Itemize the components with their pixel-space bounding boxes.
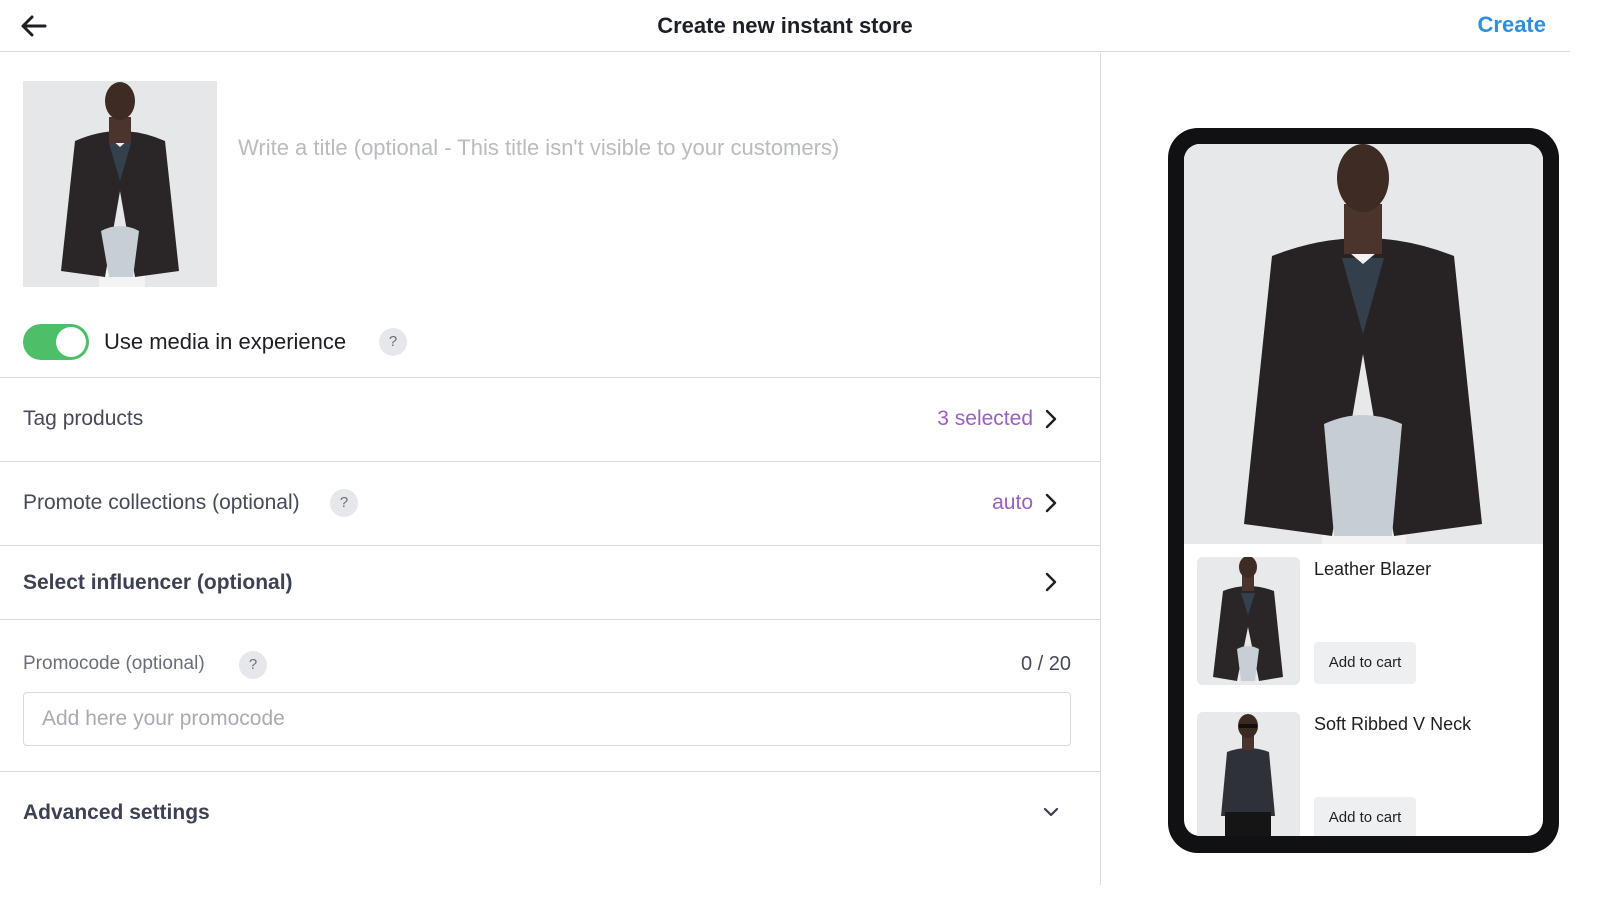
media-thumbnail[interactable] [23, 81, 217, 287]
use-media-row: Use media in experience ? [23, 321, 723, 361]
help-icon[interactable]: ? [239, 651, 267, 679]
help-icon[interactable]: ? [379, 328, 407, 356]
use-media-toggle[interactable] [23, 324, 89, 360]
top-bar: Create new instant store Create [0, 0, 1570, 52]
phone-screen: Leather Blazer Add to cart Soft Ribbed V… [1184, 144, 1543, 836]
model-photo [1184, 144, 1543, 544]
promocode-char-counter: 0 / 20 [1020, 653, 1071, 675]
tag-products-row[interactable]: Tag products 3 selected [0, 377, 1101, 461]
advanced-settings-row[interactable]: Advanced settings [0, 771, 1101, 851]
product-name: Leather Blazer [1314, 559, 1432, 579]
tag-products-value: 3 selected [937, 407, 1033, 430]
help-icon[interactable]: ? [330, 489, 358, 517]
chevron-right-icon [1045, 493, 1057, 513]
title-input[interactable] [238, 131, 1078, 165]
product-photo [1197, 557, 1300, 685]
product-name: Soft Ribbed V Neck [1314, 714, 1472, 734]
page-title: Create new instant store [657, 13, 913, 38]
hero-image [1184, 144, 1543, 544]
promote-collections-value: auto [992, 491, 1033, 514]
editor-panel: Use media in experience ? Tag products 3… [0, 53, 1101, 885]
preview-product-card: Leather Blazer Add to cart [1197, 557, 1537, 687]
add-to-cart-button[interactable]: Add to cart [1314, 642, 1416, 684]
preview-product-card: Soft Ribbed V Neck Add to cart [1197, 712, 1537, 836]
promote-collections-row[interactable]: Promote collections (optional) ? auto [0, 461, 1101, 545]
instant-store-editor: Create new instant store Create Use medi… [0, 0, 1600, 900]
model-photo [23, 81, 217, 287]
use-media-label: Use media in experience [104, 329, 347, 354]
select-influencer-row[interactable]: Select influencer (optional) [0, 545, 1101, 619]
chevron-down-icon [1043, 807, 1059, 817]
promocode-label: Promocode (optional) [23, 653, 205, 674]
create-button[interactable]: Create [1478, 12, 1546, 38]
select-influencer-label: Select influencer (optional) [23, 571, 293, 594]
phone-preview: Leather Blazer Add to cart Soft Ribbed V… [1168, 128, 1559, 853]
add-to-cart-button[interactable]: Add to cart [1314, 797, 1416, 836]
product-image[interactable] [1197, 712, 1300, 836]
promote-collections-label: Promote collections (optional) [23, 491, 300, 514]
chevron-right-icon [1045, 572, 1057, 592]
advanced-settings-label: Advanced settings [23, 801, 210, 824]
promocode-section: Promocode (optional) ? 0 / 20 [0, 619, 1101, 771]
promocode-input[interactable] [23, 692, 1071, 746]
product-photo [1197, 712, 1300, 836]
tag-products-label: Tag products [23, 407, 144, 430]
chevron-right-icon [1045, 409, 1057, 429]
product-image[interactable] [1197, 557, 1300, 685]
toggle-knob [56, 327, 86, 357]
